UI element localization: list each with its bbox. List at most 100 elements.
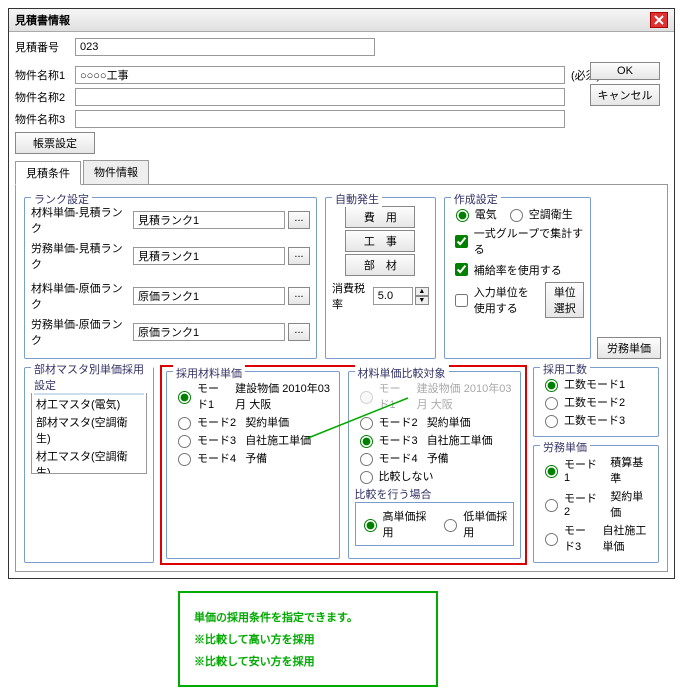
make-cb3[interactable]	[455, 294, 468, 307]
adopt-m2-radio[interactable]	[545, 397, 558, 410]
labor-m2-radio[interactable]	[545, 499, 558, 512]
cmp-m1-radio	[360, 391, 373, 404]
make-elec-label: 電気	[475, 206, 497, 222]
make-cb3-label: 入力単位を使用する	[474, 284, 539, 316]
cmp-high-radio[interactable]	[364, 519, 377, 532]
callout-box: 単価の採用条件を指定できます。 ※比較して高い方を採用 ※比較して安い方を採用	[178, 591, 438, 687]
matprice-m2-radio[interactable]	[178, 417, 191, 430]
list-item[interactable]: 材工マスタ(電気)	[34, 395, 144, 413]
cmp-low-radio[interactable]	[444, 519, 457, 532]
adopt-m1: 工数モード1	[564, 376, 625, 392]
cmp-none: 比較しない	[379, 468, 434, 484]
callout-line1: 単価の採用条件を指定できます。	[194, 609, 422, 625]
auto-cost-button[interactable]: 費 用	[345, 206, 415, 228]
cmp-none-radio[interactable]	[360, 471, 373, 484]
name1-input[interactable]	[75, 66, 565, 84]
cmp-m2-desc: 契約単価	[427, 414, 471, 430]
matprice-m4-radio[interactable]	[178, 453, 191, 466]
rank4-input[interactable]	[133, 323, 285, 341]
cmp-m4-radio[interactable]	[360, 453, 373, 466]
matprice-m3-desc: 自社施工単価	[245, 432, 311, 448]
labor-title: 労務単価	[540, 439, 590, 455]
make-elec-radio[interactable]	[456, 209, 469, 222]
tab-property-info[interactable]: 物件情報	[83, 160, 149, 184]
quote-no-label: 見積番号	[15, 39, 75, 55]
rank3-label: 材料単価-原価ランク	[31, 280, 133, 312]
name3-input[interactable]	[75, 110, 565, 128]
labor-m1-radio[interactable]	[545, 465, 558, 478]
make-cb1-label: 一式グループで集計する	[474, 225, 584, 257]
rank3-input[interactable]	[133, 287, 285, 305]
matprice-m2-desc: 契約単価	[245, 414, 289, 430]
make-cb2[interactable]	[455, 263, 468, 276]
tax-up-button[interactable]: ▲	[415, 287, 429, 296]
cmp-m4-desc: 予備	[427, 450, 449, 466]
labor-m3-desc: 自社施工単価	[602, 522, 652, 554]
matprice-m3: モード3	[197, 432, 236, 448]
callout-line3: ※比較して安い方を採用	[194, 653, 422, 669]
matprice-m4: モード4	[197, 450, 236, 466]
compare-title: 材料単価比較対象	[355, 365, 449, 381]
rank2-input[interactable]	[133, 247, 285, 265]
tab-quote-conditions[interactable]: 見積条件	[15, 161, 81, 185]
rank-group-title: ランク設定	[31, 191, 92, 207]
name3-label: 物件名称3	[15, 111, 75, 127]
cancel-button[interactable]: キャンセル	[590, 84, 660, 106]
cmp-m3-radio[interactable]	[360, 435, 373, 448]
window-title: 見積書情報	[15, 12, 70, 28]
matprice-m4-desc: 予備	[245, 450, 267, 466]
tax-input[interactable]	[373, 287, 413, 305]
auto-material-button[interactable]: 部 材	[345, 254, 415, 276]
cmp-m2: モード2	[379, 414, 418, 430]
make-cb2-label: 補給率を使用する	[474, 262, 562, 278]
rank3-browse-button[interactable]: ...	[288, 287, 310, 305]
cmp-m2-radio[interactable]	[360, 417, 373, 430]
rank2-browse-button[interactable]: ...	[288, 247, 310, 265]
labor-m1: モード1	[564, 456, 601, 484]
adopt-m1-radio[interactable]	[545, 379, 558, 392]
unit-select-button[interactable]: 単位選択	[545, 282, 584, 318]
list-item[interactable]: 部材マスタ(空調衛生)	[34, 413, 144, 447]
rank4-label: 労務単価-原価ランク	[31, 316, 133, 348]
cmp-high: 高単価採用	[383, 508, 430, 540]
adopt-m3-radio[interactable]	[545, 415, 558, 428]
rank4-browse-button[interactable]: ...	[288, 323, 310, 341]
adopt-m3: 工数モード3	[564, 412, 625, 428]
matprice-m1-desc: 建設物価 2010年03月 大阪	[235, 380, 332, 412]
labor-price-button[interactable]: 労務単価	[597, 337, 661, 359]
rank1-label: 材料単価-見積ランク	[31, 204, 133, 236]
tax-down-button[interactable]: ▼	[415, 296, 429, 305]
adopt-m2: 工数モード2	[564, 394, 625, 410]
auto-work-button[interactable]: 工 事	[345, 230, 415, 252]
labor-m2: モード2	[564, 490, 601, 518]
labor-m3-radio[interactable]	[545, 533, 558, 546]
cmp-m3-desc: 自社施工単価	[427, 432, 493, 448]
labor-m3: モード3	[564, 522, 593, 554]
rank2-label: 労務単価-見積ランク	[31, 240, 133, 272]
mat-price-title: 採用材料単価	[173, 365, 245, 381]
name2-label: 物件名称2	[15, 89, 75, 105]
cmp-low: 低単価採用	[463, 508, 510, 540]
name1-label: 物件名称1	[15, 67, 75, 83]
make-cb1[interactable]	[455, 235, 468, 248]
matprice-m1-radio[interactable]	[178, 391, 191, 404]
rank1-input[interactable]	[133, 211, 285, 229]
list-item[interactable]: 材工マスタ(空調衛生)	[34, 447, 144, 474]
auto-group-title: 自動発生	[332, 191, 382, 207]
form-settings-button[interactable]: 帳票設定	[15, 132, 95, 154]
matprice-m3-radio[interactable]	[178, 435, 191, 448]
name2-input[interactable]	[75, 88, 565, 106]
quote-no-input[interactable]	[75, 38, 375, 56]
rank1-browse-button[interactable]: ...	[288, 211, 310, 229]
cmp-m1: モード1	[379, 380, 408, 412]
compare-when-title: 比較を行う場合	[355, 486, 515, 502]
close-icon[interactable]	[650, 12, 668, 28]
master-group-title: 部材マスタ別単価採用設定	[31, 361, 153, 393]
cmp-m1-desc: 建設物価 2010年03月 大阪	[417, 380, 514, 412]
labor-m2-desc: 契約単価	[610, 488, 652, 520]
ok-button[interactable]: OK	[590, 62, 660, 80]
cmp-m3: モード3	[379, 432, 418, 448]
make-ac-radio[interactable]	[510, 209, 523, 222]
matprice-m1: モード1	[197, 380, 226, 412]
cmp-m4: モード4	[379, 450, 418, 466]
